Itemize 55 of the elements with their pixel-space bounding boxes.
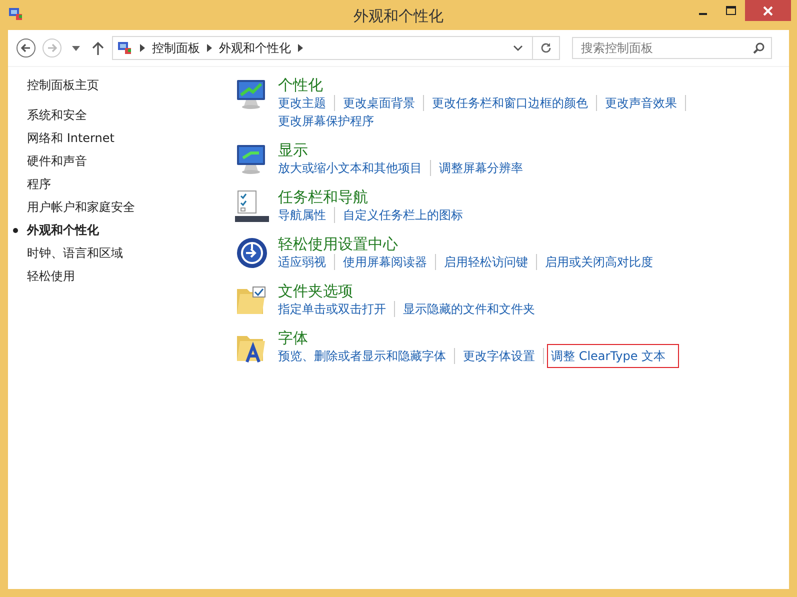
task-link[interactable]: 适应弱视 [278, 254, 326, 270]
task-link[interactable]: 预览、删除或者显示和隐藏字体 [278, 348, 446, 364]
task-link[interactable]: 更改任务栏和窗口边框的颜色 [432, 95, 588, 111]
sidebar-item[interactable]: 用户帐户和家庭安全 [13, 198, 135, 216]
sidebar-item[interactable]: 外观和个性化 [13, 221, 99, 239]
close-icon [763, 6, 773, 16]
dropdown-caret-icon[interactable] [72, 46, 80, 50]
task-link[interactable]: 更改声音效果 [605, 95, 677, 111]
sidebar-item[interactable]: 系统和安全 [13, 106, 87, 124]
window-title: 外观和个性化 [354, 6, 444, 26]
category-title[interactable]: 个性化 [278, 75, 323, 95]
up-arrow-icon[interactable] [92, 41, 104, 55]
task-link[interactable]: 更改屏幕保护程序 [278, 113, 374, 129]
taskbar-checklist-icon[interactable] [235, 189, 269, 223]
control-panel-icon [117, 41, 133, 55]
sidebar-item[interactable]: 轻松使用 [13, 267, 75, 285]
breadcrumb[interactable]: 外观和个性化 [219, 40, 291, 56]
chevron-down-icon[interactable] [513, 45, 523, 51]
task-link[interactable]: 调整屏幕分辨率 [439, 160, 523, 176]
task-link[interactable]: 使用屏幕阅读器 [343, 254, 427, 270]
accessibility-icon[interactable] [235, 236, 269, 270]
category-title[interactable]: 任务栏和导航 [278, 187, 368, 207]
close-button[interactable] [745, 0, 791, 21]
control-panel-icon [8, 7, 24, 21]
sidebar-item[interactable]: 时钟、语言和区域 [13, 244, 123, 262]
task-link[interactable]: 更改桌面背景 [343, 95, 415, 111]
sidebar-item[interactable]: 网络和 Internet [13, 129, 114, 147]
task-link[interactable]: 指定单击或双击打开 [278, 301, 386, 317]
search-field[interactable]: 搜索控制面板 [572, 37, 772, 59]
task-link[interactable]: 启用轻松访问键 [444, 254, 528, 270]
back-button[interactable] [16, 38, 36, 58]
sidebar-link[interactable]: 控制面板主页 [27, 77, 99, 94]
task-link[interactable]: 自定义任务栏上的图标 [343, 207, 463, 223]
task-link[interactable]: 更改主题 [278, 95, 326, 111]
category-title[interactable]: 文件夹选项 [278, 281, 353, 301]
chevron-icon [298, 44, 303, 52]
minimize-icon [699, 13, 707, 15]
address-bar[interactable]: 控制面板 外观和个性化 [112, 36, 560, 60]
maximize-icon [726, 6, 736, 16]
breadcrumb[interactable]: 控制面板 [152, 40, 200, 56]
task-link[interactable]: 显示隐藏的文件和文件夹 [403, 301, 535, 317]
sidebar-item[interactable]: 硬件和声音 [13, 152, 87, 170]
category-title[interactable]: 显示 [278, 140, 308, 160]
task-link[interactable]: 更改字体设置 [463, 348, 535, 364]
sidebar-item[interactable]: 程序 [13, 175, 51, 193]
task-link[interactable]: 启用或关闭高对比度 [545, 254, 653, 270]
chevron-icon [207, 44, 212, 52]
category-title[interactable]: 轻松使用设置中心 [278, 234, 398, 254]
refresh-icon[interactable] [540, 42, 552, 54]
category-title[interactable]: 字体 [278, 328, 308, 348]
task-link[interactable]: 导航属性 [278, 207, 326, 223]
task-link[interactable]: 调整 ClearType 文本 [548, 345, 678, 367]
task-link[interactable]: 放大或缩小文本和其他项目 [278, 160, 422, 176]
chevron-icon [140, 44, 145, 52]
search-icon[interactable] [753, 42, 765, 54]
